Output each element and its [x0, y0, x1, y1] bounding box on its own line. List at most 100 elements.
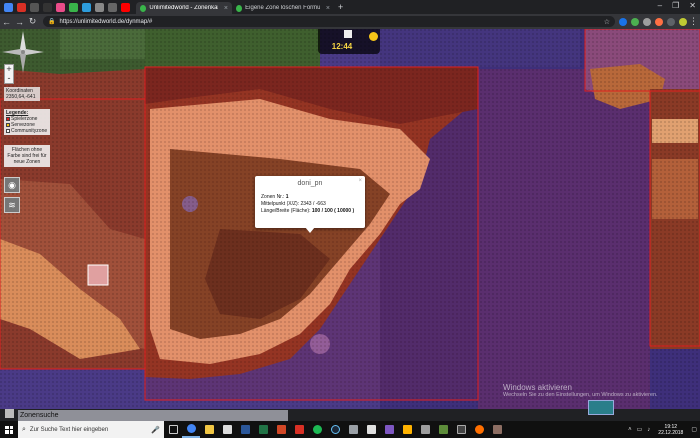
taskbar-app-icon[interactable] — [362, 421, 380, 438]
free-area-hint: Flächen ohne Farbe sind frei für neue Zo… — [4, 145, 50, 167]
taskbar-excel-icon[interactable] — [254, 421, 272, 438]
zone-center-row: Mittelpunkt (X/Z): 2343 / -663 — [261, 201, 326, 207]
lock-icon: 🔒 — [48, 19, 56, 25]
task-view-icon[interactable] — [164, 421, 182, 438]
extension-icon[interactable] — [655, 17, 663, 26]
new-tab-button[interactable]: + — [338, 2, 343, 12]
zone-info-popup: × doni_pn Zonen Nr.: 1 Mittelpunkt (X/Z)… — [255, 176, 365, 228]
sun-icon — [369, 32, 378, 41]
maximize-icon[interactable]: ❐ — [672, 1, 679, 10]
taskbar-clock[interactable]: 19:12 22.12.2018 — [658, 424, 683, 436]
tab-zone-loeschen[interactable]: Eigene Zone löschen Formular | × — [232, 2, 334, 14]
pinned-tab-icon[interactable] — [95, 2, 104, 12]
popup-pointer — [305, 227, 315, 233]
taskbar-app-icon[interactable] — [290, 421, 308, 438]
close-tab-icon[interactable]: × — [326, 5, 330, 12]
popup-close-icon[interactable]: × — [358, 178, 362, 184]
taskbar-app-icon[interactable] — [416, 421, 434, 438]
extension-icon[interactable] — [631, 17, 639, 26]
close-tab-icon[interactable]: × — [224, 5, 228, 12]
back-icon[interactable]: ← — [0, 17, 13, 27]
zone-size-row: Länge/Breite (Fläche): 100 / 100 ( 10000… — [261, 208, 355, 214]
tab-favicon-icon — [140, 4, 147, 12]
browser-toolbar: ← → ↻ 🔒 https://unlimitedworld.de/dynmap… — [0, 14, 700, 29]
zone-number-row: Zonen Nr.: 1 — [261, 194, 289, 200]
forward-icon[interactable]: → — [13, 17, 26, 27]
coordinates-panel: Koordinaten 2350,64,-641 — [4, 87, 40, 101]
activation-subtitle: Wechseln Sie zu den Einstellungen, um Wi… — [503, 392, 658, 398]
network-icon[interactable]: ▭ — [637, 426, 643, 433]
pinned-tab-icon[interactable] — [17, 2, 26, 12]
activation-title: Windows aktivieren — [503, 383, 572, 392]
search-placeholder: Zur Suche Text hier eingeben — [29, 426, 109, 433]
taskbar-mail-icon[interactable] — [218, 421, 236, 438]
taskbar-explorer-icon[interactable] — [200, 421, 218, 438]
layers-icon[interactable]: ≋ — [4, 197, 20, 213]
layer-toggle-button[interactable]: ◉ — [4, 177, 20, 193]
taskbar-chrome-icon[interactable] — [182, 421, 200, 438]
taskbar-app-icon[interactable] — [380, 421, 398, 438]
windows-logo-icon — [5, 425, 13, 434]
tab-zonenkarte[interactable]: Unlimitedworld - Zonenkarte × — [136, 2, 232, 14]
pinned-tab-icon[interactable] — [56, 2, 65, 12]
menu-kebab-icon[interactable]: ⋮ — [687, 16, 700, 27]
taskbar-app-icon[interactable] — [452, 421, 470, 438]
search-icon: ⌕ — [22, 425, 26, 433]
taskbar-date: 22.12.2018 — [658, 429, 684, 436]
pinned-tab-chrome-icon[interactable] — [4, 2, 13, 12]
zone-search-bar[interactable]: Zonensuche — [18, 410, 288, 421]
extension-icon[interactable] — [619, 17, 627, 26]
taskbar-app-icon[interactable] — [398, 421, 416, 438]
pinned-tab-icon[interactable] — [108, 2, 117, 12]
legend-panel: Legende: Spielerzone Servezone Community… — [4, 109, 50, 135]
ingame-clock: 12:44 — [318, 29, 380, 54]
window-controls: – ❐ ✕ — [658, 1, 696, 10]
legend-swatch — [6, 116, 10, 121]
legend-swatch — [6, 128, 10, 133]
pinned-tab-youtube-icon[interactable] — [121, 2, 130, 12]
tray-chevron-icon[interactable]: ˄ — [628, 427, 632, 433]
windows-taskbar: ⌕ Zur Suche Text hier eingeben 🎤 ˄ ▭ ♪ 1… — [0, 421, 700, 438]
taskbar-app-icon[interactable] — [470, 421, 488, 438]
system-tray: ˄ ▭ ♪ 19:12 22.12.2018 ▢ — [628, 424, 700, 436]
extension-icon[interactable] — [643, 17, 651, 26]
taskbar-powerpoint-icon[interactable] — [272, 421, 290, 438]
pinned-tab-icon[interactable] — [30, 2, 39, 12]
tab-title: Unlimitedworld - Zonenkarte — [149, 5, 218, 11]
tab-strip: Unlimitedworld - Zonenkarte × Eigene Zon… — [0, 0, 700, 14]
taskbar-app-icon[interactable] — [488, 421, 506, 438]
address-bar[interactable]: 🔒 https://unlimitedworld.de/dynmap/# ☆ — [43, 16, 615, 27]
extension-icon[interactable] — [667, 17, 675, 26]
clock-time: 12:44 — [331, 42, 353, 51]
taskbar-minecraft-icon[interactable] — [434, 421, 452, 438]
bookmark-star-icon[interactable]: ☆ — [604, 18, 610, 26]
start-button[interactable] — [0, 421, 18, 438]
popup-owner-name: doni_pn — [297, 180, 323, 187]
zone-search-icon[interactable] — [5, 409, 14, 418]
legend-swatch — [6, 122, 10, 127]
url-text[interactable]: https://unlimitedworld.de/dynmap/# — [59, 19, 603, 25]
close-window-icon[interactable]: ✕ — [689, 1, 696, 10]
taskbar-spotify-icon[interactable] — [308, 421, 326, 438]
pinned-tab-icon[interactable] — [69, 2, 78, 12]
taskbar-steam-icon[interactable] — [326, 421, 344, 438]
tab-title: Eigene Zone löschen Formular | — [245, 5, 320, 11]
taskbar-word-icon[interactable] — [236, 421, 254, 438]
server-logo — [588, 400, 614, 415]
reload-icon[interactable]: ↻ — [26, 16, 39, 27]
pinned-tab-icon[interactable] — [82, 2, 91, 12]
minimize-icon[interactable]: – — [658, 1, 662, 10]
taskbar-search-box[interactable]: ⌕ Zur Suche Text hier eingeben 🎤 — [18, 421, 164, 438]
taskbar-app-icon[interactable] — [344, 421, 362, 438]
profile-avatar[interactable] — [679, 17, 687, 26]
microphone-icon[interactable]: 🎤 — [151, 426, 160, 434]
zoom-out-button[interactable]: - — [5, 74, 13, 83]
windows-activation-watermark: Windows aktivieren Wechseln Sie zu den E… — [503, 383, 658, 398]
moon-icon — [344, 30, 352, 38]
browser-window: Unlimitedworld - Zonenkarte × Eigene Zon… — [0, 0, 700, 438]
pinned-tab-icon[interactable] — [43, 2, 52, 12]
coordinates-value: 2350,64,-641 — [6, 94, 36, 100]
volume-icon[interactable]: ♪ — [647, 427, 650, 433]
notification-icon[interactable]: ▢ — [691, 426, 697, 433]
legend-item: Communityzone — [6, 128, 48, 134]
